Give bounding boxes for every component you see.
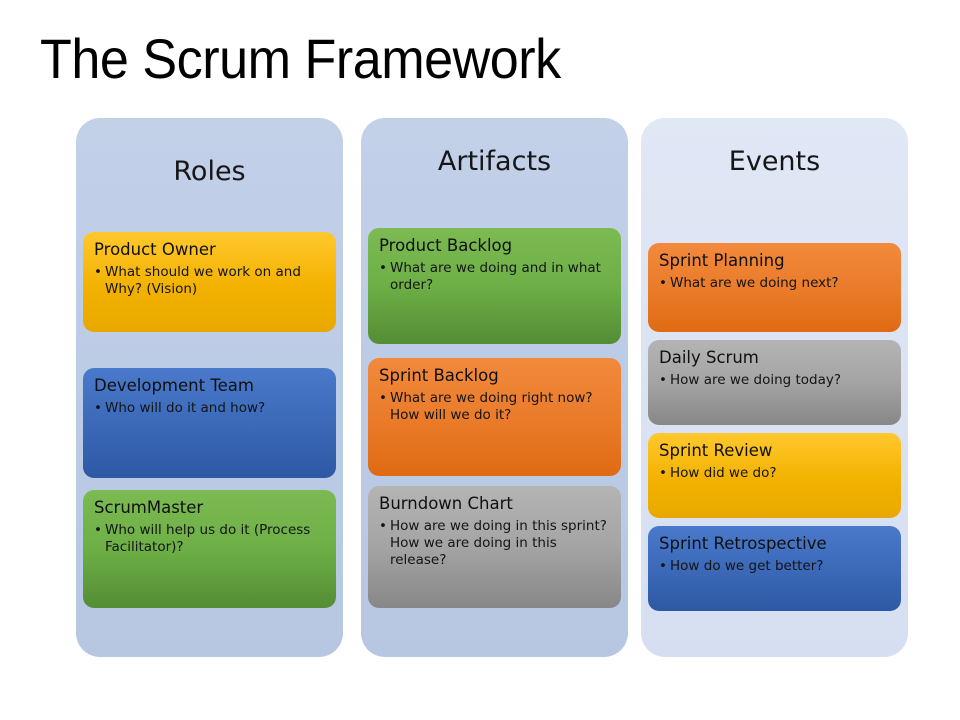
column-title-roles: Roles <box>173 156 246 187</box>
card-title: Product Backlog <box>379 236 513 255</box>
card-product-owner[interactable]: Product Owner What should we work on and… <box>83 232 336 332</box>
card-sprint-review[interactable]: Sprint Review How did we do? <box>648 433 901 518</box>
card-bullet-list: What should we work on and Why? (Vision) <box>94 264 325 298</box>
card-bullet-list: What are we doing next? <box>659 275 890 292</box>
card-bullet: How are we doing today? <box>659 372 890 389</box>
card-bullet-list: What are we doing right now? How will we… <box>379 390 610 424</box>
card-bullet: Who will help us do it (Process Facilita… <box>94 522 325 556</box>
card-bullet-list: What are we doing and in what order? <box>379 260 610 294</box>
card-sprint-retrospective[interactable]: Sprint Retrospective How do we get bette… <box>648 526 901 611</box>
card-bullet: How are we doing in this sprint? How we … <box>379 518 610 569</box>
card-sprint-planning[interactable]: Sprint Planning What are we doing next? <box>648 243 901 332</box>
card-title: Sprint Retrospective <box>659 534 827 553</box>
card-sprint-backlog[interactable]: Sprint Backlog What are we doing right n… <box>368 358 621 476</box>
card-bullet-list: How did we do? <box>659 465 890 482</box>
card-title: Daily Scrum <box>659 348 759 367</box>
card-scrummaster[interactable]: ScrumMaster Who will help us do it (Proc… <box>83 490 336 608</box>
card-burndown-chart[interactable]: Burndown Chart How are we doing in this … <box>368 486 621 608</box>
column-panel-artifacts[interactable]: Artifacts Product Backlog What are we do… <box>361 118 628 657</box>
card-product-backlog[interactable]: Product Backlog What are we doing and in… <box>368 228 621 344</box>
card-bullet: How do we get better? <box>659 558 890 575</box>
card-title: Sprint Planning <box>659 251 785 270</box>
card-bullet-list: How are we doing today? <box>659 372 890 389</box>
card-title: Burndown Chart <box>379 494 513 513</box>
card-development-team[interactable]: Development Team Who will do it and how? <box>83 368 336 478</box>
page-title: The Scrum Framework <box>40 27 561 90</box>
column-panel-roles[interactable]: Roles Product Owner What should we work … <box>76 118 343 657</box>
card-bullet: What are we doing and in what order? <box>379 260 610 294</box>
card-title: Product Owner <box>94 240 216 259</box>
column-title-artifacts: Artifacts <box>437 146 552 177</box>
card-bullet-list: How are we doing in this sprint? How we … <box>379 518 610 569</box>
card-bullet: How did we do? <box>659 465 890 482</box>
card-bullet-list: How do we get better? <box>659 558 890 575</box>
column-title-events: Events <box>728 146 821 177</box>
card-title: Development Team <box>94 376 254 395</box>
framework-columns: Roles Product Owner What should we work … <box>0 118 960 658</box>
card-bullet: What are we doing right now? How will we… <box>379 390 610 424</box>
card-bullet: What are we doing next? <box>659 275 890 292</box>
column-panel-events[interactable]: Events Sprint Planning What are we doing… <box>641 118 908 657</box>
card-title: Sprint Review <box>659 441 773 460</box>
card-daily-scrum[interactable]: Daily Scrum How are we doing today? <box>648 340 901 425</box>
card-bullet-list: Who will do it and how? <box>94 400 325 417</box>
card-title: Sprint Backlog <box>379 366 499 385</box>
card-title: ScrumMaster <box>94 498 204 517</box>
card-bullet: What should we work on and Why? (Vision) <box>94 264 325 298</box>
card-bullet: Who will do it and how? <box>94 400 325 417</box>
card-bullet-list: Who will help us do it (Process Facilita… <box>94 522 325 556</box>
